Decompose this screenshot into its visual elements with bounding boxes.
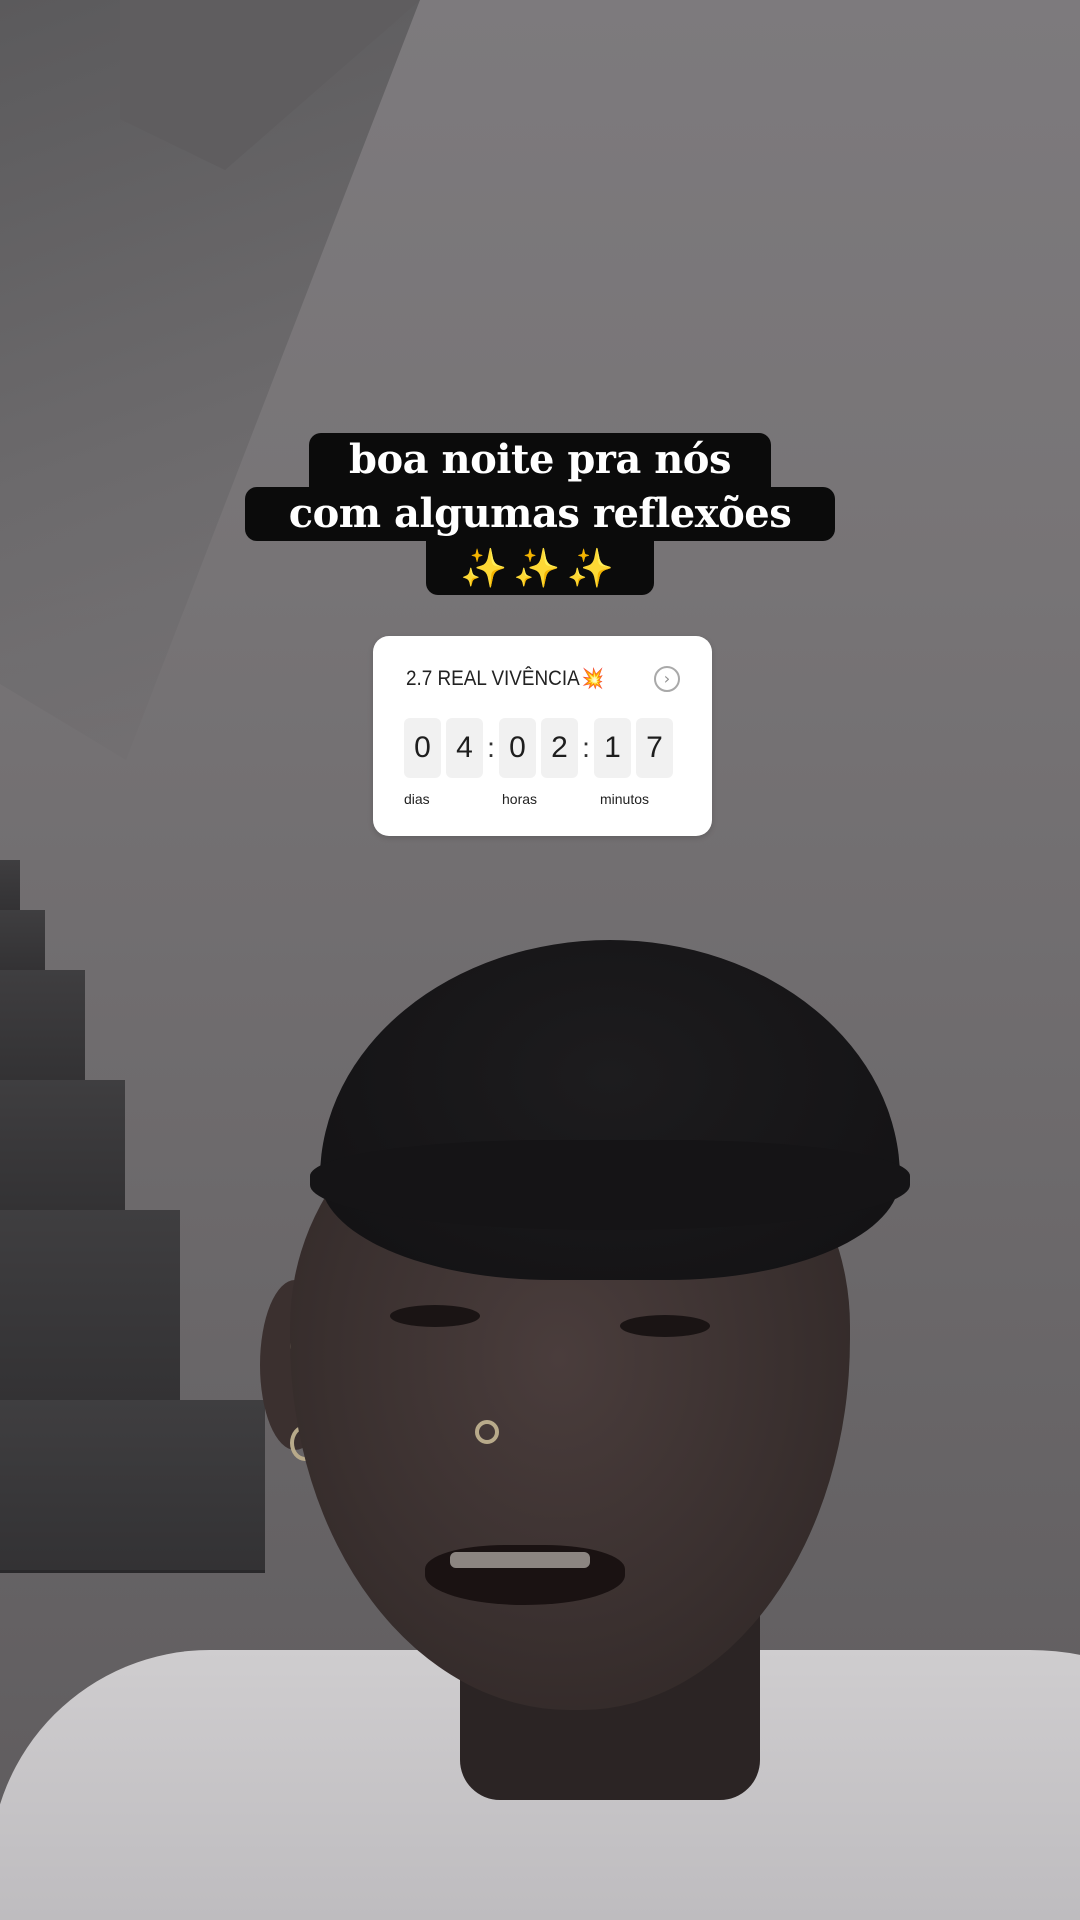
countdown-title: 2.7 REAL VIVÊNCIA💥 [406,666,604,691]
time-separator: : [487,732,495,763]
sparkles-icon: ✨✨✨ [460,546,620,590]
minutes-digit-2: 7 [636,718,673,778]
collision-emoji-icon: 💥 [581,668,604,690]
caption-line-3: ✨✨✨ [426,541,654,595]
hours-digit-1: 0 [499,718,536,778]
person-photo [0,940,1080,1920]
countdown-digits: 0 4 : 0 2 : 1 7 [404,718,673,778]
days-label: dias [404,791,430,807]
chevron-right-circle-icon[interactable]: › [654,666,680,692]
story-caption: boa noite pra nós com algumas reflexões … [0,433,1080,595]
time-separator: : [582,732,590,763]
caption-line-2: com algumas reflexões [244,487,836,541]
minutes-label: minutos [600,791,650,807]
story-screen[interactable]: boa noite pra nós com algumas reflexões … [0,0,1080,1920]
countdown-sticker[interactable]: 2.7 REAL VIVÊNCIA💥 › 0 4 : 0 2 : 1 7 dia… [373,636,712,836]
days-digit-1: 0 [404,718,441,778]
caption-line-1: boa noite pra nós [309,433,771,487]
countdown-title-text: 2.7 REAL VIVÊNCIA [406,667,580,690]
background-stairs [0,860,270,1720]
days-digit-2: 4 [446,718,483,778]
hours-label: horas [502,791,538,807]
hours-digit-2: 2 [541,718,578,778]
minutes-digit-1: 1 [594,718,631,778]
